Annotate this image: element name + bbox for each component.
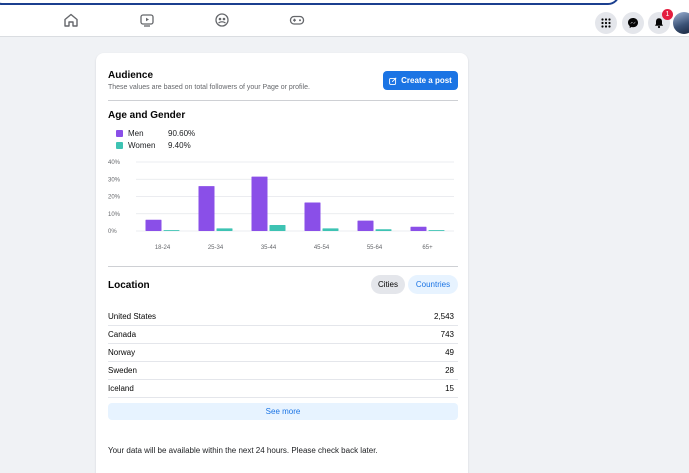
legend-label: Women (128, 141, 156, 150)
bar-men-65+[interactable] (410, 226, 427, 231)
bar-women-35-44[interactable] (269, 224, 286, 231)
audience-card: Audience These values are based on total… (96, 53, 468, 473)
legend-swatch-men (116, 130, 123, 137)
watch-icon[interactable] (139, 12, 155, 28)
country-name: Norway (108, 348, 136, 357)
browser-bar-strip (632, 0, 689, 4)
tab-cities[interactable]: Cities (371, 275, 405, 294)
country-name: Canada (108, 330, 137, 339)
country-count: 743 (440, 330, 454, 339)
see-more-button[interactable]: See more (108, 403, 458, 420)
divider (108, 100, 458, 101)
audience-title: Audience (108, 70, 154, 81)
x-tick-label: 18-24 (155, 245, 171, 251)
y-tick-label: 20% (108, 195, 121, 201)
legend-label: Men (128, 129, 144, 138)
age-gender-title: Age and Gender (108, 110, 186, 121)
country-name: Iceland (108, 384, 134, 393)
gaming-icon[interactable] (289, 12, 305, 28)
audience-subtitle: These values are based on total follower… (108, 84, 310, 91)
country-name: United States (108, 312, 157, 321)
x-tick-label: 25-34 (208, 245, 224, 251)
groups-icon[interactable] (214, 12, 230, 28)
avatar[interactable] (673, 12, 689, 34)
legend-item-men: Men 90.60% (116, 129, 195, 138)
bar-men-35-44[interactable] (251, 176, 268, 231)
y-tick-label: 10% (108, 212, 121, 218)
x-tick-label: 55-64 (367, 245, 383, 251)
messenger-icon[interactable] (622, 12, 644, 34)
legend-value: 90.60% (168, 129, 196, 138)
bar-women-45-54[interactable] (322, 228, 339, 231)
bar-men-18-24[interactable] (145, 219, 162, 231)
age-gender-bar-chart: 0% 10% 20% 30% 40% 18-24 25-34 35-44 45-54 55-64 6… (108, 160, 454, 251)
bar-men-45-54[interactable] (304, 202, 321, 231)
y-tick-label: 40% (108, 160, 121, 166)
x-tick-label: 45-54 (314, 245, 330, 251)
country-count: 2,543 (433, 312, 454, 321)
browser-address-bar[interactable] (0, 0, 620, 5)
bar-men-25-34[interactable] (198, 186, 215, 231)
table-row: Canada 743 (108, 326, 458, 344)
notification-badge: 1 (662, 9, 673, 20)
top-navigation-bar: 1 (0, 0, 689, 37)
data-availability-note: Your data will be available within the n… (108, 446, 378, 455)
table-row: United States 2,543 (108, 308, 458, 326)
edit-icon (389, 76, 397, 85)
create-post-label: Create a post (401, 76, 452, 85)
divider (108, 266, 458, 267)
x-tick-label: 35-44 (261, 245, 277, 251)
bar-women-18-24[interactable] (163, 230, 180, 231)
country-count: 28 (445, 366, 454, 375)
tab-countries[interactable]: Countries (408, 275, 458, 294)
table-row: Iceland 15 (108, 380, 458, 398)
legend-item-women: Women 9.40% (116, 141, 191, 150)
country-name: Sweden (108, 366, 137, 375)
location-title: Location (108, 280, 150, 291)
legend-swatch-women (116, 142, 123, 149)
y-tick-label: 30% (108, 177, 121, 183)
country-count: 49 (445, 348, 454, 357)
home-icon[interactable] (63, 12, 79, 28)
bar-women-65+[interactable] (428, 230, 445, 231)
bar-men-55-64[interactable] (357, 220, 374, 231)
create-post-button[interactable]: Create a post (383, 71, 458, 90)
x-tick-label: 65+ (422, 245, 433, 251)
bar-women-25-34[interactable] (216, 228, 233, 231)
country-count: 15 (445, 384, 454, 393)
y-tick-label: 0% (108, 229, 117, 235)
menu-grid-icon[interactable] (595, 12, 617, 34)
table-row: Sweden 28 (108, 362, 458, 380)
bar-women-55-64[interactable] (375, 229, 392, 231)
table-row: Norway 49 (108, 344, 458, 362)
legend-value: 9.40% (168, 141, 191, 150)
